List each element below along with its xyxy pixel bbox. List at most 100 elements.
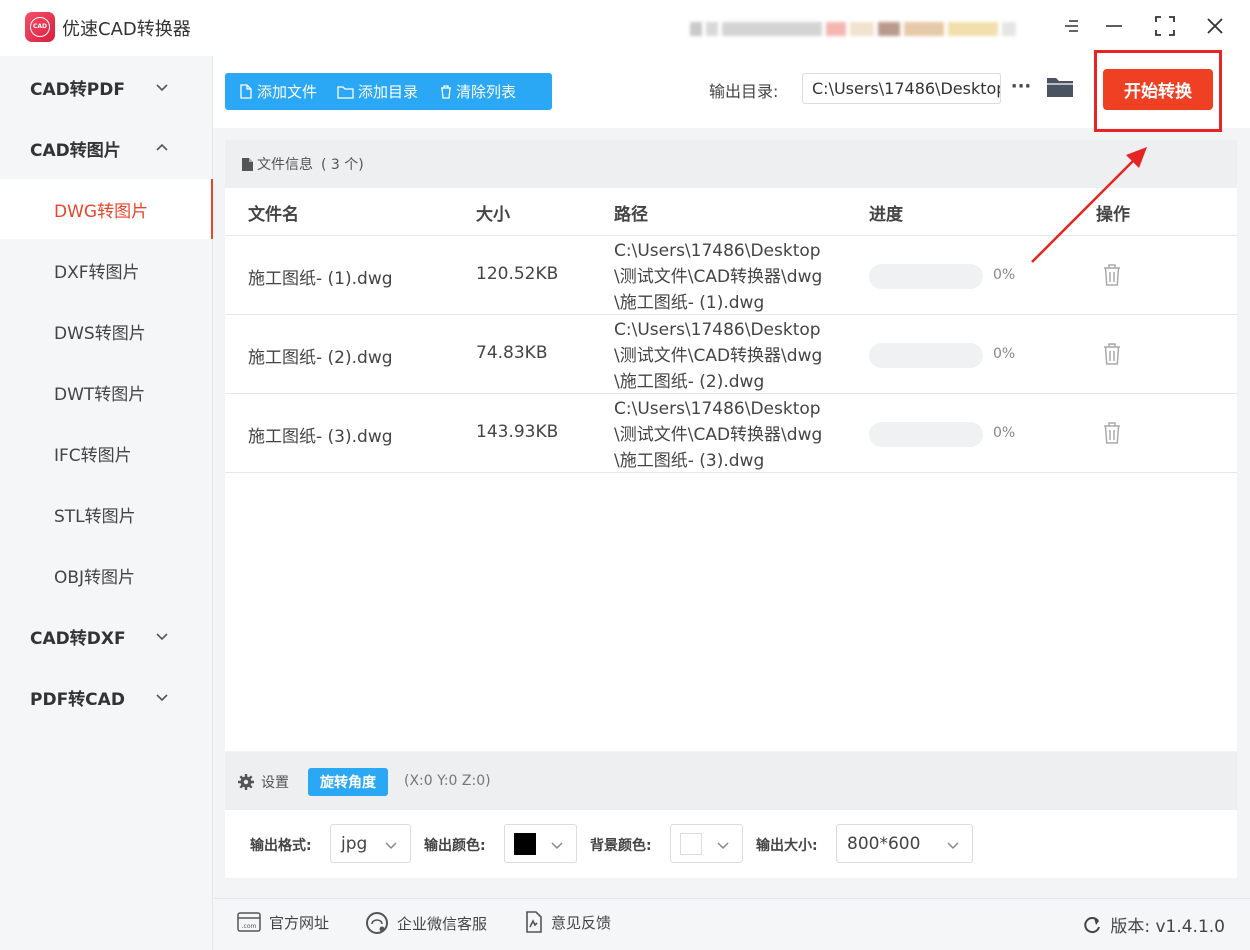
- nav-group-cad-to-dxf[interactable]: CAD转DXF: [0, 607, 213, 665]
- file-name: 施工图纸- (3).dwg: [248, 422, 393, 447]
- wechat-support-link[interactable]: 企业微信客服: [365, 911, 487, 935]
- file-size: 143.93KB: [476, 422, 558, 442]
- chevron-up-icon: [155, 141, 169, 155]
- delete-button[interactable]: [1102, 342, 1122, 366]
- minimize-button[interactable]: [1097, 10, 1131, 42]
- settings-label[interactable]: 设置: [237, 772, 289, 792]
- nav-group-label: CAD转图片: [30, 136, 121, 161]
- minimize-icon: [1105, 24, 1123, 28]
- file-path-line: C:\Users\17486\Desktop: [614, 238, 822, 264]
- file-path-line: \测试文件\CAD转换器\dwg: [614, 422, 822, 448]
- delete-button[interactable]: [1102, 421, 1122, 445]
- rotate-angle-button[interactable]: 旋转角度: [308, 768, 388, 796]
- add-directory-button[interactable]: 添加目录: [337, 73, 418, 110]
- sidebar-item-ifc-to-image[interactable]: IFC转图片: [0, 423, 213, 483]
- output-size-value: 800*600: [847, 834, 920, 854]
- maximize-button[interactable]: [1148, 10, 1182, 42]
- output-size-select[interactable]: 800*600: [836, 824, 973, 863]
- nav-group-pdf-to-cad[interactable]: PDF转CAD: [0, 668, 213, 726]
- sidebar-item-label: DXF转图片: [54, 258, 140, 283]
- version-text: 版本: v1.4.1.0: [1110, 912, 1225, 937]
- output-format-select[interactable]: jpg: [330, 824, 411, 863]
- file-count: ( 3 个): [321, 154, 364, 174]
- menu-button[interactable]: [1054, 10, 1088, 42]
- chevron-down-icon: [716, 838, 730, 852]
- gear-icon: [237, 773, 255, 791]
- version-info[interactable]: 版本: v1.4.1.0: [1082, 912, 1225, 937]
- more-options-button[interactable]: ···: [1009, 73, 1033, 104]
- maximize-icon: [1155, 16, 1175, 36]
- file-info-title: 文件信息: [257, 154, 313, 174]
- column-header-size: 大小: [476, 188, 510, 236]
- wechat-support-label: 企业微信客服: [397, 913, 487, 934]
- progress-text: 0%: [993, 267, 1015, 283]
- clear-list-label: 清除列表: [456, 81, 516, 102]
- open-folder-button[interactable]: [1046, 75, 1074, 101]
- sidebar-item-dwt-to-image[interactable]: DWT转图片: [0, 362, 213, 422]
- sidebar-item-obj-to-image[interactable]: OBJ转图片: [0, 545, 213, 605]
- settings-text: 设置: [261, 772, 289, 792]
- clear-list-button[interactable]: 清除列表: [440, 73, 516, 110]
- file-path-line: C:\Users\17486\Desktop: [614, 396, 822, 422]
- chevron-down-icon: [155, 690, 169, 704]
- close-icon: [1207, 18, 1223, 34]
- sidebar-item-dxf-to-image[interactable]: DXF转图片: [0, 240, 213, 300]
- output-directory-field[interactable]: C:\Users\17486\Desktop: [802, 73, 1001, 104]
- progress-bar: [869, 422, 983, 447]
- background-color-select[interactable]: [670, 824, 743, 863]
- feedback-link[interactable]: 意见反馈: [525, 911, 611, 933]
- sidebar-item-label: STL转图片: [54, 502, 136, 527]
- progress-bar: [869, 264, 983, 289]
- sidebar-item-dws-to-image[interactable]: DWS转图片: [0, 301, 213, 361]
- official-website-label: 官方网址: [269, 912, 329, 933]
- menu-icon: [1063, 19, 1079, 33]
- file-path-line: \施工图纸- (2).dwg: [614, 369, 822, 395]
- footer: .com 官方网址 企业微信客服 意见反馈 版本: v1.4.1.0: [213, 898, 1250, 950]
- file-path-line: \测试文件\CAD转换器\dwg: [614, 343, 822, 369]
- highlight-box: [1094, 50, 1222, 132]
- chevron-down-icon: [946, 838, 960, 852]
- progress-text: 0%: [993, 425, 1015, 441]
- sidebar-item-label: IFC转图片: [54, 441, 132, 466]
- file-name: 施工图纸- (2).dwg: [248, 343, 393, 368]
- file-list-panel: 文件信息 ( 3 个) 文件名 大小 路径 进度 操作 施工图纸- (1).dw…: [225, 140, 1237, 751]
- official-website-link[interactable]: .com 官方网址: [237, 911, 329, 933]
- close-button[interactable]: [1198, 10, 1232, 42]
- folder-icon: [1046, 75, 1074, 99]
- file-icon: [239, 84, 253, 99]
- add-directory-label: 添加目录: [358, 81, 418, 102]
- sidebar-item-label: DWT转图片: [54, 380, 145, 405]
- progress-bar: [869, 343, 983, 368]
- table-row: 施工图纸- (3).dwg 143.93KB C:\Users\17486\De…: [225, 394, 1237, 473]
- app-logo: CAD: [25, 12, 55, 42]
- file-path-line: \施工图纸- (1).dwg: [614, 290, 822, 316]
- sidebar: CAD转PDF CAD转图片 DWG转图片 DXF转图片 DWS转图片 DWT转…: [0, 56, 213, 950]
- output-color-swatch: [514, 833, 536, 855]
- sidebar-item-dwg-to-image[interactable]: DWG转图片: [0, 179, 213, 239]
- output-color-select[interactable]: [504, 824, 577, 863]
- add-file-button[interactable]: 添加文件: [239, 73, 317, 110]
- output-color-label: 输出颜色:: [424, 835, 486, 855]
- background-color-label: 背景颜色:: [590, 835, 652, 855]
- chevron-down-icon: [155, 629, 169, 643]
- delete-button[interactable]: [1102, 263, 1122, 287]
- nav-group-cad-to-pdf[interactable]: CAD转PDF: [0, 58, 213, 116]
- chevron-down-icon: [550, 838, 564, 852]
- trash-icon: [1102, 263, 1122, 287]
- file-name: 施工图纸- (1).dwg: [248, 264, 393, 289]
- sidebar-item-stl-to-image[interactable]: STL转图片: [0, 484, 213, 544]
- output-directory-label: 输出目录:: [709, 78, 778, 102]
- file-path-line: \测试文件\CAD转换器\dwg: [614, 264, 822, 290]
- trash-icon: [1102, 342, 1122, 366]
- column-header-actions: 操作: [1096, 188, 1130, 236]
- progress-text: 0%: [993, 346, 1015, 362]
- output-options-bar: 输出格式: jpg 输出颜色: 背景颜色: 输出大小: 800*600: [225, 810, 1237, 878]
- sidebar-item-label: OBJ转图片: [54, 563, 135, 588]
- trash-icon: [440, 85, 452, 99]
- title-bar: CAD 优速CAD转换器: [0, 0, 1250, 56]
- file-size: 74.83KB: [476, 343, 547, 363]
- table-row: 施工图纸- (1).dwg 120.52KB C:\Users\17486\De…: [225, 236, 1237, 315]
- nav-group-label: PDF转CAD: [30, 685, 125, 710]
- nav-group-cad-to-image[interactable]: CAD转图片: [0, 119, 213, 177]
- nav-group-label: CAD转DXF: [30, 624, 126, 649]
